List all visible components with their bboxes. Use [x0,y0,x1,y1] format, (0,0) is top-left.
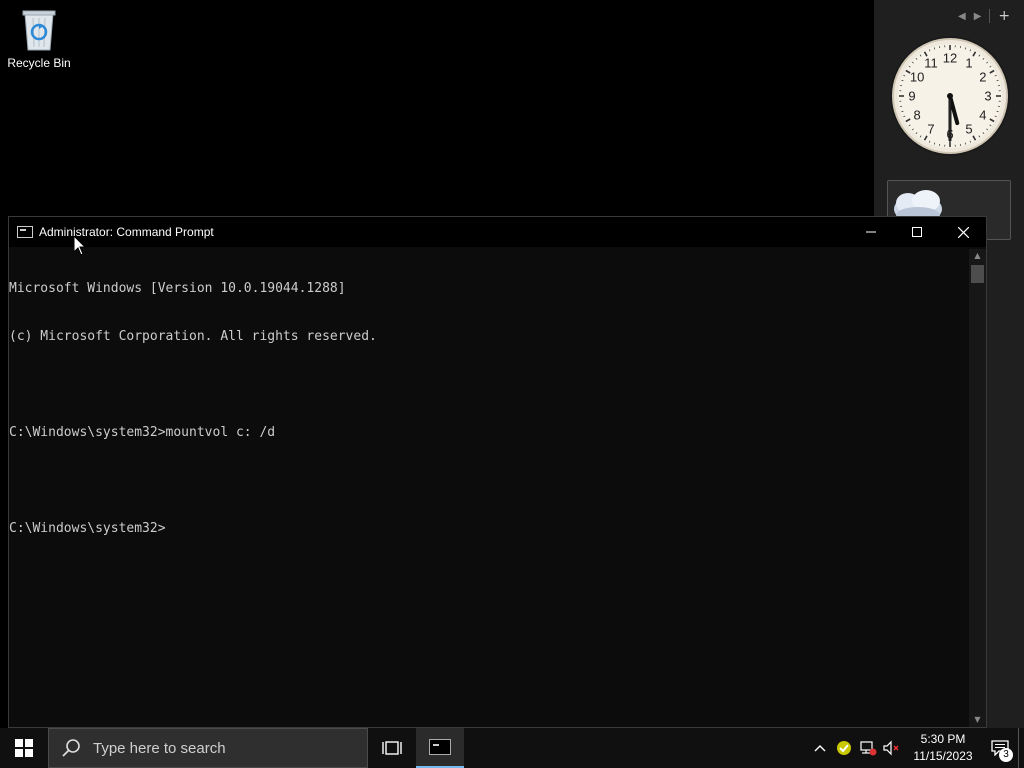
network-button[interactable] [856,728,880,768]
console-line: C:\Windows\system32>mountvol c: /d [9,425,276,440]
network-disconnected-icon [860,741,877,756]
clock-numeral: 4 [979,108,986,123]
add-gadget-icon[interactable]: + [998,8,1010,24]
console-line: Microsoft Windows [Version 10.0.19044.12… [9,281,346,296]
volume-muted-icon [883,740,899,756]
maximize-icon [912,227,922,237]
console-output[interactable]: Microsoft Windows [Version 10.0.19044.12… [9,249,969,727]
divider [989,9,991,23]
clock-numeral: 8 [913,108,920,123]
show-hidden-icons-button[interactable] [808,728,832,768]
maximize-button[interactable] [894,217,940,247]
clock-numeral: 12 [943,51,957,66]
next-gadget-icon[interactable]: ▶ [974,11,982,22]
clock-numeral: 7 [927,121,934,136]
scroll-up-icon[interactable]: ▲ [969,249,986,263]
notification-badge: 3 [999,748,1013,762]
taskbar-clock[interactable]: 5:30 PM 11/15/2023 [908,731,978,765]
command-prompt-icon [429,739,451,755]
system-tray: 5:30 PM 11/15/2023 3 [808,728,1024,768]
minimize-button[interactable] [848,217,894,247]
close-icon [957,226,969,238]
security-status-button[interactable] [832,728,856,768]
mouse-pointer-icon [74,236,86,256]
minimize-icon [866,231,876,233]
task-view-button[interactable] [368,728,416,768]
taskbar-date: 11/15/2023 [913,749,973,763]
command-prompt-icon [17,226,33,238]
clock-numeral: 11 [924,56,938,71]
close-button[interactable] [940,217,986,247]
console-line: (c) Microsoft Corporation. All rights re… [9,329,377,344]
clock-numeral: 10 [910,70,924,85]
shield-warning-icon [837,741,851,755]
chevron-up-icon [814,745,826,752]
taskbar: Type here to search 5:30 PM 11/15/2023 3 [0,728,1024,768]
vertical-scrollbar[interactable]: ▲ ▼ [969,249,986,727]
recycle-bin-icon [19,6,59,52]
clock-numeral: 2 [979,70,986,85]
clock-numeral: 5 [965,121,972,136]
window-titlebar[interactable]: Administrator: Command Prompt [9,217,986,247]
scroll-down-icon[interactable]: ▼ [969,713,986,727]
clock-numeral: 3 [984,89,991,104]
prev-gadget-icon[interactable]: ◀ [958,11,966,22]
command-prompt-window[interactable]: Administrator: Command Prompt Microsoft … [8,216,987,728]
show-desktop-button[interactable] [1018,728,1024,768]
windows-logo-icon [15,739,33,757]
recycle-bin-label: Recycle Bin [7,56,71,70]
desktop: Recycle Bin ◀ ▶ + 121234567891011 [0,0,1024,728]
recycle-bin-shortcut[interactable]: Recycle Bin [4,6,74,70]
taskbar-search-box[interactable]: Type here to search [48,728,368,768]
clock-numeral: 9 [908,89,915,104]
task-view-icon [382,741,402,755]
sidebar-controls: ◀ ▶ + [958,8,1020,24]
taskbar-time: 5:30 PM [920,732,966,746]
start-button[interactable] [0,728,48,768]
search-icon [61,737,83,759]
window-title: Administrator: Command Prompt [39,225,214,239]
console-prompt-line: C:\Windows\system32> [9,521,166,536]
volume-button[interactable] [880,728,904,768]
action-center-button[interactable]: 3 [982,728,1018,768]
clock-gadget[interactable]: 121234567891011 [888,34,1012,158]
search-placeholder: Type here to search [93,739,226,757]
clock-numeral: 1 [965,56,972,71]
scrollbar-thumb[interactable] [971,265,984,283]
taskbar-command-prompt[interactable] [416,728,464,768]
